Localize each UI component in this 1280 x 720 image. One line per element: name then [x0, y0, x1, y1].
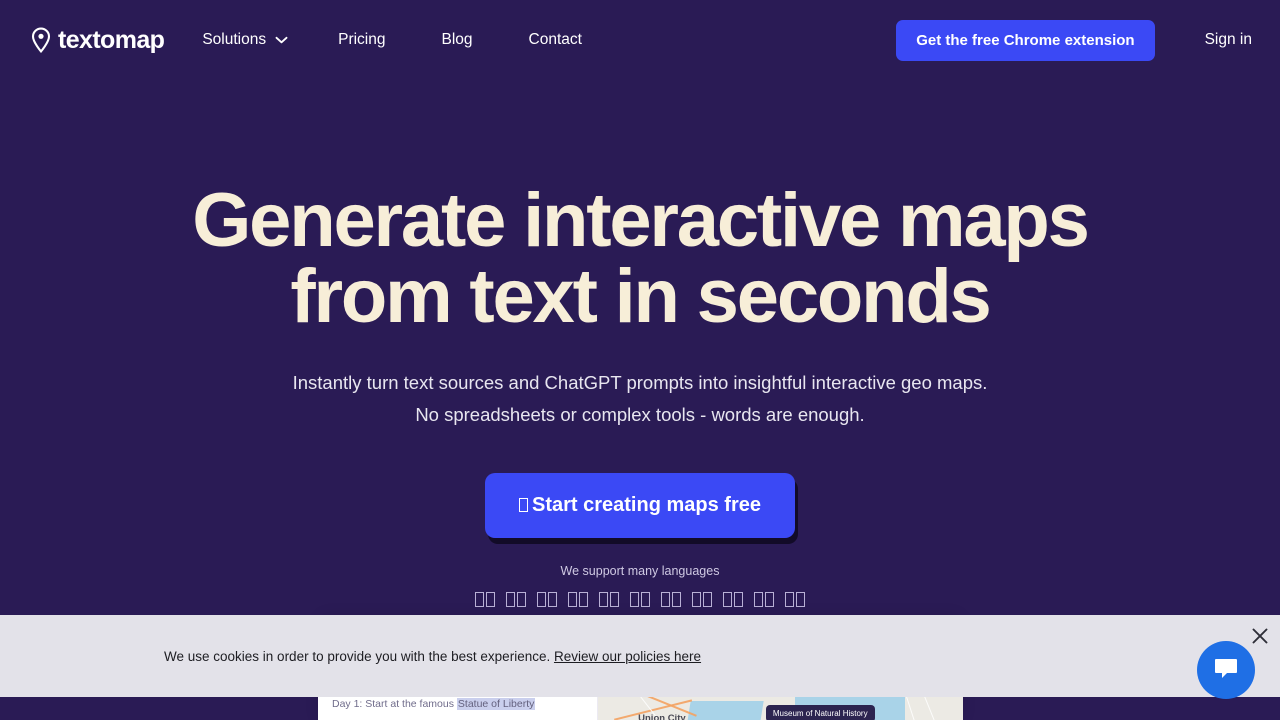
hero-subtitle: Instantly turn text sources and ChatGPT … — [0, 367, 1280, 431]
nav-item-solutions[interactable]: Solutions — [202, 31, 288, 49]
flag-item — [630, 591, 650, 607]
language-flags — [0, 591, 1280, 607]
flag-item — [692, 591, 712, 607]
map-river — [680, 701, 764, 720]
navbar: textomap Solutions Pricing Blog Contact — [0, 0, 1280, 80]
flag-item — [754, 591, 774, 607]
map-marker-tooltip: Museum of Natural History — [765, 705, 875, 720]
nav-item-contact-label: Contact — [528, 31, 582, 48]
nav-item-pricing-label: Pricing — [338, 31, 386, 48]
start-creating-maps-button[interactable]: Start creating maps free — [485, 472, 795, 538]
flag-item — [785, 591, 805, 607]
navbar-right: Get the free Chrome extension Sign in — [896, 19, 1252, 61]
languages-support-label: We support many languages — [560, 563, 720, 578]
hero-title-line-1: Generate interactive maps — [192, 178, 1090, 263]
cta-shadow: Start creating maps free — [485, 472, 798, 544]
hero-title: Generate interactive maps from text in s… — [0, 183, 1280, 335]
hero-title-line-2: from text in seconds — [290, 254, 991, 339]
logo-text: textomap — [58, 25, 165, 54]
flag-item — [568, 591, 588, 607]
missing-glyph-icon — [519, 498, 528, 513]
map-city-label: Union City — [638, 713, 686, 720]
flag-item — [661, 591, 681, 607]
map-pin-icon — [30, 27, 52, 53]
hero-section: Generate interactive maps from text in s… — [0, 80, 1280, 607]
nav-item-pricing[interactable]: Pricing — [338, 31, 385, 49]
close-icon[interactable] — [1251, 627, 1269, 645]
cta-wrapper: Start creating maps free — [0, 472, 1280, 544]
preview-day-prefix: Day 1: Start at the famous — [332, 698, 457, 710]
nav-item-contact[interactable]: Contact — [529, 31, 582, 49]
cookie-consent-bar: We use cookies in order to provide you w… — [0, 615, 1280, 697]
cookie-policy-link[interactable]: Review our policies here — [554, 649, 701, 664]
flag-item — [723, 591, 743, 607]
flag-item — [537, 591, 557, 607]
flag-item — [475, 591, 495, 607]
preview-day-highlight: Statue of Liberty — [456, 698, 536, 710]
flag-item — [599, 591, 619, 607]
logo[interactable]: textomap — [30, 25, 165, 54]
chevron-down-icon — [275, 36, 288, 44]
chrome-extension-button[interactable]: Get the free Chrome extension — [896, 19, 1155, 61]
start-creating-maps-label: Start creating maps free — [532, 493, 761, 516]
flag-item — [506, 591, 526, 607]
hero-subtitle-line-2: No spreadsheets or complex tools - words… — [415, 403, 865, 425]
landing-page: textomap Solutions Pricing Blog Contact — [0, 0, 1280, 720]
preview-day-text: Day 1: Start at the famous Statue of Lib… — [332, 698, 583, 710]
nav-links: Solutions Pricing Blog Contact — [202, 31, 638, 49]
chat-widget-button[interactable] — [1197, 641, 1255, 699]
cookie-message: We use cookies in order to provide you w… — [164, 649, 701, 664]
hero-subtitle-line-1: Instantly turn text sources and ChatGPT … — [292, 372, 988, 393]
nav-item-blog-label: Blog — [441, 31, 473, 48]
nav-item-blog[interactable]: Blog — [442, 31, 473, 49]
chat-bubble-icon — [1213, 656, 1239, 685]
sign-in-link[interactable]: Sign in — [1205, 31, 1252, 49]
nav-item-solutions-label: Solutions — [202, 31, 267, 48]
cookie-message-text: We use cookies in order to provide you w… — [164, 648, 554, 664]
